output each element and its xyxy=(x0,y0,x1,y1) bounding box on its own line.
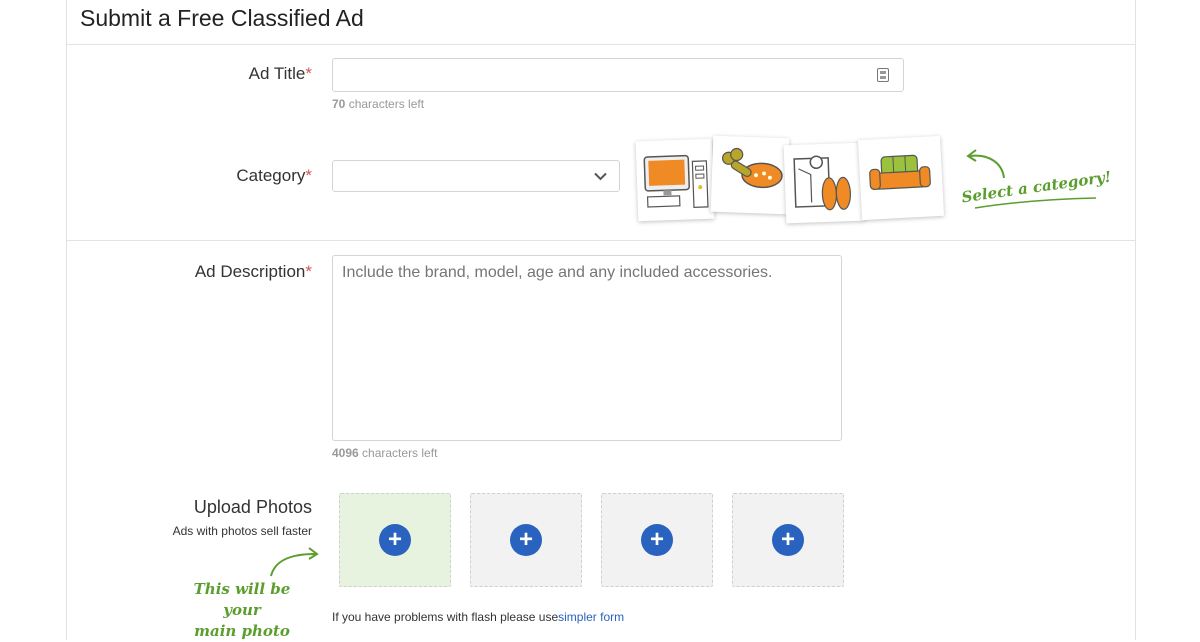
keyboard-icon xyxy=(877,68,889,82)
category-card-clothing[interactable] xyxy=(783,142,865,224)
upload-photos-label: Upload Photos xyxy=(193,497,312,517)
computer-icon xyxy=(643,154,709,208)
curved-arrow-icon xyxy=(966,149,1005,179)
clothing-icon xyxy=(793,155,851,211)
add-photo-icon[interactable]: + xyxy=(379,524,411,556)
ad-title-input[interactable] xyxy=(332,58,904,92)
form-header: Submit a Free Classified Ad xyxy=(67,0,1135,45)
page-title: Submit a Free Classified Ad xyxy=(80,5,364,31)
curved-arrow-icon xyxy=(270,547,319,577)
required-mark: * xyxy=(305,262,312,281)
pet-collar-icon xyxy=(721,147,783,189)
simpler-form-link[interactable]: simpler form xyxy=(558,610,624,624)
add-photo-icon[interactable]: + xyxy=(641,524,673,556)
add-photo-icon[interactable]: + xyxy=(510,524,542,556)
ad-title-counter: 70 characters left xyxy=(332,97,425,111)
upload-photos-sublabel: Ads with photos sell faster xyxy=(172,524,312,538)
description-textarea[interactable] xyxy=(332,255,842,441)
required-mark: * xyxy=(305,64,312,83)
category-card-furniture[interactable] xyxy=(857,135,945,221)
flash-problem-note: If you have problems with flash please u… xyxy=(332,610,625,624)
callout-underline xyxy=(974,197,1097,209)
category-select[interactable] xyxy=(332,160,620,192)
add-photo-icon[interactable]: + xyxy=(772,524,804,556)
ad-title-label: Ad Title* xyxy=(248,64,312,83)
photo-slot-main[interactable]: + xyxy=(339,493,451,587)
photo-slot-2[interactable]: + xyxy=(470,493,582,587)
photo-slot-3[interactable]: + xyxy=(601,493,713,587)
ad-form-panel: Submit a Free Classified Ad Ad Title* 70… xyxy=(66,0,1136,640)
chevron-down-icon xyxy=(594,172,607,181)
photo-slot-4[interactable]: + xyxy=(732,493,844,587)
required-mark: * xyxy=(305,166,312,185)
sofa-icon xyxy=(869,154,931,191)
category-label: Category* xyxy=(236,166,312,185)
category-card-electronics[interactable] xyxy=(635,138,715,222)
main-photo-note: This will be your main photo xyxy=(193,580,291,640)
category-card-pets[interactable] xyxy=(710,135,790,215)
description-label: Ad Description* xyxy=(194,262,312,281)
description-counter: 4096 characters left xyxy=(332,446,438,460)
section-divider xyxy=(67,240,1135,241)
